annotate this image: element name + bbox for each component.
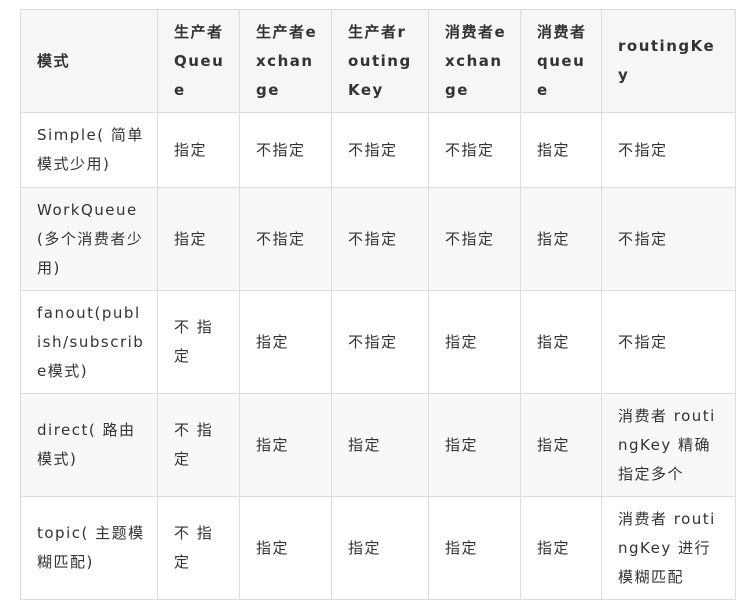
cell-consumer-exchange: 指定 bbox=[428, 393, 521, 497]
cell-routingkey: 消费者 routingKey 进行模糊匹配 bbox=[601, 496, 736, 600]
cell-consumer-queue: 指定 bbox=[520, 187, 602, 291]
cell-producer-routingkey: 指定 bbox=[331, 393, 429, 497]
rabbitmq-mode-table-container: 模式 生产者Queue 生产者exchange 生产者routingKey 消费… bbox=[20, 9, 736, 600]
cell-consumer-queue: 指定 bbox=[520, 112, 602, 188]
rabbitmq-mode-table: 模式 生产者Queue 生产者exchange 生产者routingKey 消费… bbox=[20, 9, 736, 600]
cell-mode: topic( 主题模糊匹配) bbox=[20, 496, 158, 600]
cell-producer-exchange: 指定 bbox=[239, 393, 332, 497]
header-routingkey: routingKey bbox=[601, 9, 736, 113]
cell-producer-routingkey: 不指定 bbox=[331, 290, 429, 394]
cell-producer-exchange: 不指定 bbox=[239, 112, 332, 188]
cell-routingkey: 不指定 bbox=[601, 112, 736, 188]
header-producer-queue: 生产者Queue bbox=[157, 9, 240, 113]
cell-consumer-exchange: 指定 bbox=[428, 290, 521, 394]
cell-routingkey: 不指定 bbox=[601, 290, 736, 394]
table-row-fanout: fanout(publish/subscribe模式) 不 指 定 指定 不指定… bbox=[20, 290, 736, 394]
cell-producer-queue: 不 指 定 bbox=[157, 496, 240, 600]
header-consumer-exchange: 消费者exchange bbox=[428, 9, 521, 113]
cell-producer-queue: 指定 bbox=[157, 112, 240, 188]
table-row-topic: topic( 主题模糊匹配) 不 指 定 指定 指定 指定 指定 消费者 rou… bbox=[20, 496, 736, 600]
cell-producer-exchange: 指定 bbox=[239, 496, 332, 600]
cell-routingkey: 消费者 routingKey 精确指定多个 bbox=[601, 393, 736, 497]
header-producer-exchange: 生产者exchange bbox=[239, 9, 332, 113]
header-row: 模式 生产者Queue 生产者exchange 生产者routingKey 消费… bbox=[20, 9, 736, 113]
cell-producer-routingkey: 指定 bbox=[331, 496, 429, 600]
cell-producer-queue: 不 指 定 bbox=[157, 393, 240, 497]
cell-consumer-queue: 指定 bbox=[520, 496, 602, 600]
cell-mode: fanout(publish/subscribe模式) bbox=[20, 290, 158, 394]
cell-routingkey: 不指定 bbox=[601, 187, 736, 291]
cell-producer-queue: 指定 bbox=[157, 187, 240, 291]
cell-mode: WorkQueue(多个消费者少用) bbox=[20, 187, 158, 291]
cell-consumer-queue: 指定 bbox=[520, 393, 602, 497]
header-mode: 模式 bbox=[20, 9, 158, 113]
cell-consumer-exchange: 不指定 bbox=[428, 112, 521, 188]
cell-producer-exchange: 指定 bbox=[239, 290, 332, 394]
cell-consumer-exchange: 指定 bbox=[428, 496, 521, 600]
table-row-direct: direct( 路由模式) 不 指 定 指定 指定 指定 指定 消费者 rout… bbox=[20, 393, 736, 497]
cell-producer-routingkey: 不指定 bbox=[331, 187, 429, 291]
cell-producer-routingkey: 不指定 bbox=[331, 112, 429, 188]
table-row-simple: Simple( 简单模式少用) 指定 不指定 不指定 不指定 指定 不指定 bbox=[20, 112, 736, 188]
header-consumer-queue: 消费者queue bbox=[520, 9, 602, 113]
table-body: Simple( 简单模式少用) 指定 不指定 不指定 不指定 指定 不指定 Wo… bbox=[20, 112, 736, 600]
table-header: 模式 生产者Queue 生产者exchange 生产者routingKey 消费… bbox=[20, 9, 736, 113]
header-producer-routingkey: 生产者routingKey bbox=[331, 9, 429, 113]
cell-consumer-exchange: 不指定 bbox=[428, 187, 521, 291]
cell-mode: direct( 路由模式) bbox=[20, 393, 158, 497]
table-row-workqueue: WorkQueue(多个消费者少用) 指定 不指定 不指定 不指定 指定 不指定 bbox=[20, 187, 736, 291]
cell-producer-exchange: 不指定 bbox=[239, 187, 332, 291]
cell-producer-queue: 不 指 定 bbox=[157, 290, 240, 394]
cell-mode: Simple( 简单模式少用) bbox=[20, 112, 158, 188]
cell-consumer-queue: 指定 bbox=[520, 290, 602, 394]
